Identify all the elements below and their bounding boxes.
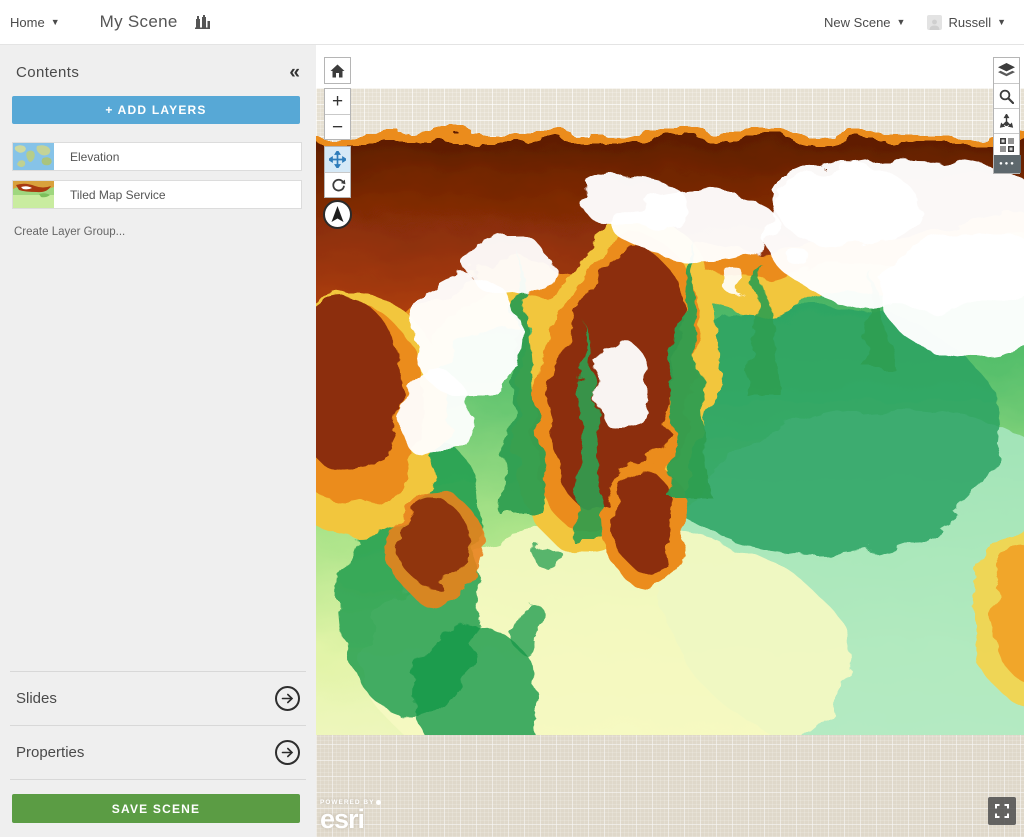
chevron-down-icon: ▼: [50, 16, 60, 27]
home-view-control: [324, 57, 351, 84]
chevron-down-icon: ▼: [896, 16, 906, 27]
fullscreen-icon: [995, 804, 1009, 818]
share-icon: [999, 113, 1014, 128]
new-scene-menu[interactable]: New Scene ▼: [824, 15, 905, 30]
top-bar: Home ▼ My Scene New Scene ▼ Russell ▼: [0, 0, 1024, 45]
share-tool-button[interactable]: [994, 108, 1019, 133]
chevron-down-icon: ▼: [997, 16, 1006, 27]
properties-label: Properties: [16, 744, 85, 761]
zoom-in-button[interactable]: +: [325, 89, 350, 114]
scene-view[interactable]: + − ●●● POWERED BY esri: [316, 45, 1024, 837]
contents-title: Contents: [16, 64, 80, 81]
compass-control[interactable]: [323, 200, 352, 229]
terrain-3d-view[interactable]: [316, 85, 1024, 735]
tiled-map-service-layer-thumbnail: [13, 181, 54, 208]
zoom-out-button[interactable]: −: [325, 114, 350, 139]
slides-label: Slides: [16, 690, 57, 707]
search-tool-button[interactable]: [994, 83, 1019, 108]
add-layers-button[interactable]: + ADD LAYERS: [12, 96, 300, 124]
rotate-icon: [331, 178, 345, 192]
contents-panel: Contents « + ADD LAYERS Elevation Tiled …: [0, 45, 316, 837]
slides-section[interactable]: Slides: [0, 672, 316, 725]
ellipsis-icon: ●●●: [999, 161, 1016, 167]
zoom-control: + −: [324, 88, 351, 140]
basemap-gallery-icon: [999, 137, 1014, 152]
pan-mode-button[interactable]: [325, 147, 350, 172]
layer-item-elevation[interactable]: Elevation: [12, 142, 302, 171]
scene-tools-control: ●●●: [993, 57, 1021, 174]
layers-icon: [998, 63, 1015, 77]
home-view-button[interactable]: [325, 58, 350, 83]
pan-icon: [329, 151, 346, 168]
open-slides-button[interactable]: [275, 686, 300, 711]
scene-title-icon[interactable]: [194, 14, 211, 30]
layers-tool-button[interactable]: [994, 58, 1019, 83]
user-name: Russell: [948, 14, 992, 30]
collapse-panel-icon[interactable]: «: [289, 63, 300, 82]
home-menu-label: Home: [10, 14, 45, 30]
plus-icon: +: [331, 91, 344, 112]
user-menu[interactable]: Russell ▼: [927, 14, 1006, 30]
elevation-layer-thumbnail: [13, 143, 54, 170]
create-layer-group-link[interactable]: Create Layer Group...: [0, 218, 316, 238]
esri-attribution: POWERED BY esri: [320, 799, 382, 834]
esri-logo: esri: [320, 804, 365, 834]
navigation-mode-control: [324, 146, 351, 198]
scene-ground-grid-foreground: [316, 735, 1024, 837]
new-scene-label: New Scene: [824, 14, 891, 30]
compass-needle-icon: [331, 206, 344, 222]
layer-item-label: Elevation: [70, 149, 120, 164]
fullscreen-button[interactable]: [988, 797, 1016, 825]
properties-section[interactable]: Properties: [0, 726, 316, 779]
divider: [10, 779, 306, 780]
save-scene-button[interactable]: SAVE SCENE: [12, 794, 300, 823]
layer-item-tiled-map-service[interactable]: Tiled Map Service: [12, 180, 302, 209]
more-tools-button[interactable]: ●●●: [994, 155, 1021, 173]
page-title: My Scene: [99, 12, 178, 31]
esri-globe-icon: [376, 800, 382, 806]
layer-item-label: Tiled Map Service: [70, 187, 166, 202]
minus-icon: −: [331, 116, 344, 138]
open-properties-button[interactable]: [275, 740, 300, 765]
avatar: [927, 14, 943, 30]
home-menu[interactable]: Home ▼: [10, 15, 60, 30]
search-icon: [999, 89, 1014, 104]
basemap-tool-button[interactable]: [994, 133, 1019, 155]
rotate-mode-button[interactable]: [325, 172, 350, 197]
